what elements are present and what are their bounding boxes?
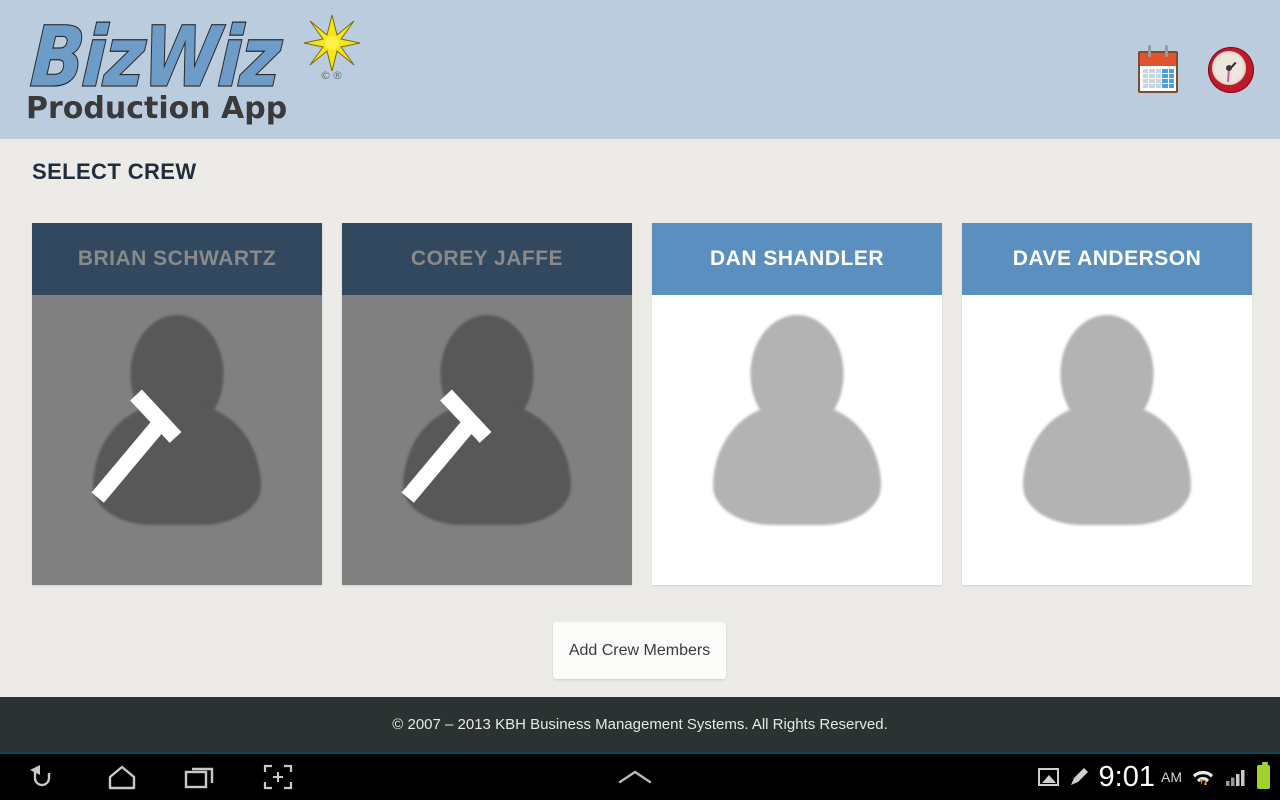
back-icon[interactable] [22, 755, 66, 799]
header-icon-group [1134, 44, 1254, 95]
main-content: SELECT CREW BRIAN SCHWARTZ COREY JAFFE D… [0, 139, 1280, 697]
pencil-icon [1070, 768, 1088, 785]
status-tray[interactable]: 9:01 AM [1037, 754, 1270, 800]
crew-card-name: BRIAN SCHWARTZ [32, 223, 322, 295]
crew-card[interactable]: DAVE ANDERSON [962, 223, 1252, 585]
copyright-text: © 2007 – 2013 KBH Business Management Sy… [392, 716, 888, 733]
crew-card[interactable]: DAN SHANDLER [652, 223, 942, 585]
logo-trademark: ©® [320, 68, 344, 82]
crew-card-body [32, 295, 322, 585]
app-header: BizWiz ©® Production App [0, 0, 1280, 139]
crew-card[interactable]: BRIAN SCHWARTZ [32, 223, 322, 585]
app-logo: BizWiz ©® Production App [14, 5, 374, 135]
chevron-up-icon[interactable] [614, 754, 656, 800]
battery-icon [1257, 762, 1270, 789]
clock-icon[interactable] [1206, 45, 1254, 95]
crew-grid: BRIAN SCHWARTZ COREY JAFFE DAN SHANDLER [32, 223, 1252, 585]
checkmark-icon [91, 363, 226, 503]
crew-card-body [962, 295, 1252, 585]
avatar-icon [707, 309, 887, 544]
checkmark-icon [401, 363, 536, 503]
recents-icon[interactable] [178, 755, 222, 799]
crew-card-body [652, 295, 942, 585]
crew-card-body [342, 295, 632, 585]
starburst-icon [303, 14, 361, 71]
status-time: 9:01 [1098, 760, 1155, 793]
crew-card-name: DAN SHANDLER [652, 223, 942, 295]
home-icon[interactable] [100, 755, 144, 799]
crew-card-name: COREY JAFFE [342, 223, 632, 295]
page-title: SELECT CREW [32, 159, 197, 184]
status-meridiem: AM [1161, 769, 1182, 785]
signal-icon [1226, 770, 1245, 786]
crew-card-name: DAVE ANDERSON [962, 223, 1252, 295]
wifi-icon [1193, 770, 1213, 785]
image-icon [1037, 768, 1059, 786]
avatar-icon [1017, 309, 1197, 544]
calendar-icon[interactable] [1134, 44, 1182, 95]
screenshot-icon[interactable] [256, 755, 300, 799]
nav-button-group [0, 754, 300, 800]
add-crew-members-button[interactable]: Add Crew Members [553, 622, 726, 679]
logo-subtitle: Production App [26, 90, 288, 126]
crew-card[interactable]: COREY JAFFE [342, 223, 632, 585]
footer-bar: © 2007 – 2013 KBH Business Management Sy… [0, 697, 1280, 752]
android-navigation-bar: 9:01 AM [0, 754, 1280, 800]
